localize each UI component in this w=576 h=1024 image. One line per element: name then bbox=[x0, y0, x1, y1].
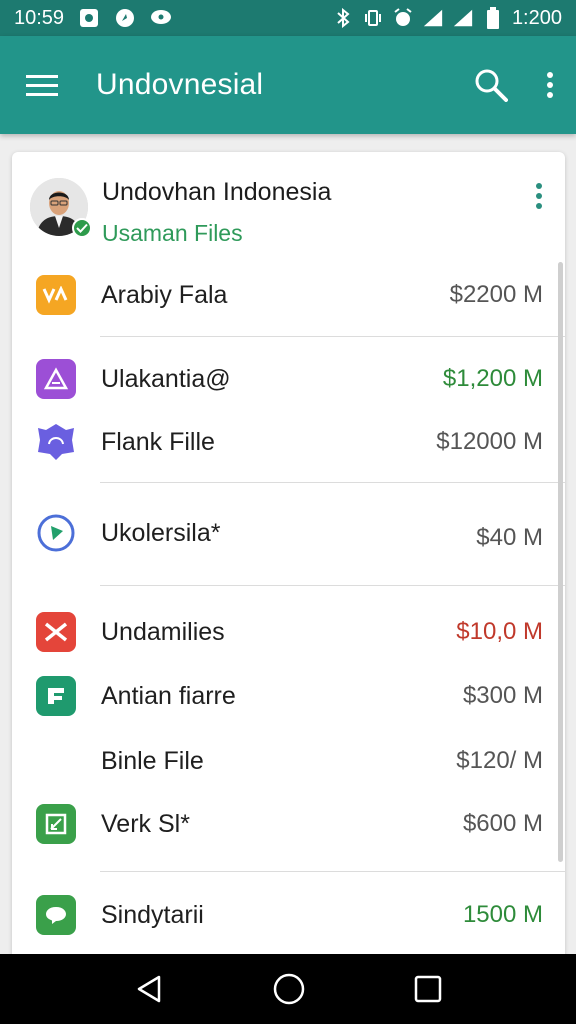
vox-app-icon bbox=[36, 275, 76, 315]
list-item[interactable]: Ulakantia@ $1,200 M bbox=[12, 348, 565, 410]
triangle-app-icon bbox=[36, 359, 76, 399]
files-card: Undovhan Indonesia Usaman Files Arabiy F… bbox=[12, 152, 565, 972]
status-bar: 10:59 1:200 bbox=[0, 0, 576, 36]
play-circle-icon bbox=[36, 513, 76, 553]
list-item-label: Ukolersila* bbox=[101, 518, 221, 547]
list-item-value: $2200 M bbox=[449, 281, 543, 308]
list-item[interactable]: Undamilies $10,0 M bbox=[12, 601, 565, 663]
status-right: 1:200 bbox=[332, 7, 562, 30]
verified-badge-icon bbox=[72, 218, 92, 238]
list-item-label: Undamilies bbox=[101, 617, 225, 646]
vibrate-icon bbox=[362, 7, 384, 29]
list-item-value: $40 M bbox=[476, 524, 543, 551]
status-time-right: 1:200 bbox=[511, 6, 562, 29]
wifi-signal-icon bbox=[452, 7, 474, 29]
alarm-icon bbox=[392, 7, 414, 29]
more-vert-icon[interactable] bbox=[546, 71, 554, 99]
avatar bbox=[30, 178, 92, 238]
sync-notification-icon bbox=[114, 7, 136, 29]
list-item-value: $12000 M bbox=[436, 428, 543, 455]
list-item[interactable]: Antian fiarre $300 M bbox=[12, 665, 565, 727]
divider bbox=[100, 585, 565, 586]
divider bbox=[100, 482, 565, 483]
list-item-label: Antian fiarre bbox=[101, 681, 236, 710]
badge-app-icon bbox=[36, 422, 76, 462]
list-item[interactable]: Binle File $120/ M bbox=[12, 730, 565, 792]
status-time-left: 10:59 bbox=[14, 6, 65, 29]
list-item[interactable]: Sindytarii 1500 M bbox=[12, 884, 565, 946]
chat-notification-icon bbox=[150, 7, 172, 29]
back-icon[interactable] bbox=[134, 974, 164, 1004]
list-item[interactable]: Ukolersila* $40 M bbox=[12, 502, 565, 564]
list-item-label: Ulakantia@ bbox=[101, 364, 231, 393]
app-bar: Undovnesial bbox=[0, 36, 576, 134]
f-app-icon bbox=[36, 676, 76, 716]
contact-name: Undovhan Indonesia bbox=[102, 178, 332, 206]
list-item[interactable]: Flank Fille $12000 M bbox=[12, 411, 565, 473]
list-item-value: $300 M bbox=[462, 682, 543, 709]
list-item-value: $1,200 M bbox=[442, 365, 543, 392]
x-app-icon bbox=[36, 612, 76, 652]
search-icon[interactable] bbox=[474, 68, 508, 102]
divider bbox=[100, 336, 565, 337]
list-item-label: Arabiy Fala bbox=[101, 280, 228, 309]
image-notification-icon bbox=[78, 7, 100, 29]
recents-icon[interactable] bbox=[414, 975, 442, 1003]
list-item-label: Verk Sl* bbox=[101, 809, 190, 838]
list-item-label: Flank Fille bbox=[101, 427, 215, 456]
chat-app-icon bbox=[36, 895, 76, 935]
list-item-value: $10,0 M bbox=[456, 618, 543, 645]
list-item[interactable]: Verk Sl* $600 M bbox=[12, 793, 565, 855]
list-item-value: 1500 M bbox=[462, 901, 543, 928]
contact-subtitle: Usaman Files bbox=[102, 220, 243, 246]
chart-app-icon bbox=[36, 804, 76, 844]
bluetooth-icon bbox=[332, 7, 354, 29]
home-icon[interactable] bbox=[273, 973, 305, 1005]
app-actions bbox=[474, 68, 554, 102]
menu-icon[interactable] bbox=[26, 73, 58, 97]
list-item-label: Sindytarii bbox=[101, 900, 204, 929]
list-item-value: $600 M bbox=[462, 810, 543, 837]
divider bbox=[100, 871, 565, 872]
navigation-bar bbox=[0, 954, 576, 1024]
scrollbar[interactable] bbox=[558, 262, 563, 862]
battery-icon bbox=[482, 7, 504, 29]
contact-header[interactable]: Undovhan Indonesia Usaman Files bbox=[12, 152, 565, 252]
list-item[interactable]: Arabiy Fala $2200 M bbox=[12, 264, 565, 326]
status-left: 10:59 bbox=[14, 7, 172, 30]
card-more-icon[interactable] bbox=[535, 182, 543, 210]
list-item-value: $120/ M bbox=[456, 747, 543, 774]
list-item-label: Binle File bbox=[101, 746, 204, 775]
signal-icon bbox=[422, 7, 444, 29]
app-title: Undovnesial bbox=[96, 68, 264, 101]
